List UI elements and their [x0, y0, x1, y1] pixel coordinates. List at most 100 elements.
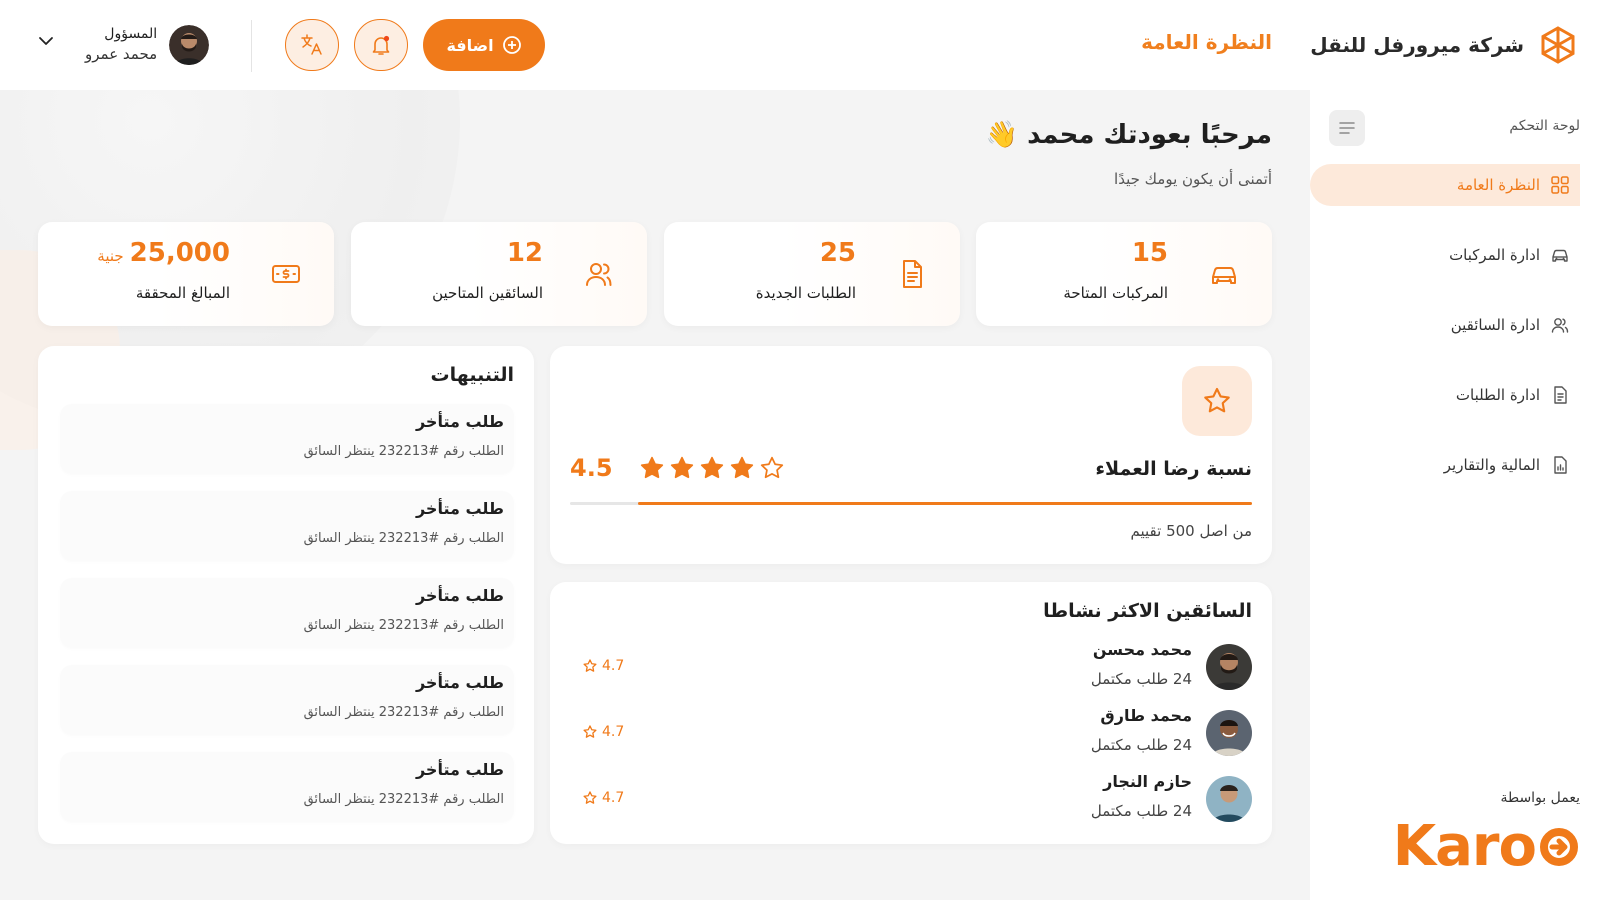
- plus-circle-icon: [502, 36, 521, 54]
- stat-value: 15: [1132, 238, 1168, 268]
- top-header: شركة ميرورفل للنقل النظرة العامة اضافة ا…: [0, 0, 1600, 90]
- driver-rating: 4.7: [582, 790, 624, 806]
- stat-card-drivers[interactable]: 12 السائقين المتاحين: [351, 222, 647, 326]
- money-icon: [272, 265, 300, 283]
- karo-logo-text: Karo: [1392, 814, 1537, 879]
- sidebar-section-label: لوحة التحكم: [1509, 118, 1580, 134]
- company-name: شركة ميرورفل للنقل: [1310, 33, 1524, 57]
- car-icon: [1550, 245, 1570, 265]
- driver-row[interactable]: محمد محسن 24 طلب مكتمل 4.7: [570, 640, 1252, 692]
- driver-name: حازم النجار: [1103, 772, 1192, 791]
- stat-value: 25,000 جنية: [97, 238, 230, 268]
- rating-stars: [639, 455, 785, 481]
- alert-text: الطلب رقم #232213 ينتظر السائق: [303, 792, 504, 807]
- driver-avatar: [1206, 776, 1252, 822]
- sidebar-item-finance[interactable]: المالية والتقارير: [1314, 444, 1580, 486]
- page-title: النظرة العامة: [1141, 30, 1272, 54]
- driver-avatar: [1206, 644, 1252, 690]
- chevron-down-icon[interactable]: [38, 36, 54, 46]
- stat-card-new-orders[interactable]: 25 الطلبات الجديدة: [664, 222, 960, 326]
- driver-name: محمد طارق: [1100, 706, 1192, 725]
- user-text: المسؤول محمد عمرو: [85, 25, 157, 64]
- alert-text: الطلب رقم #232213 ينتظر السائق: [303, 618, 504, 633]
- alerts-card: التنبيهات طلب متأخر الطلب رقم #232213 ين…: [38, 346, 534, 844]
- rating-score: 4.5: [570, 454, 785, 482]
- translate-button[interactable]: [285, 19, 339, 71]
- notifications-button[interactable]: [354, 19, 408, 71]
- user-profile[interactable]: المسؤول محمد عمرو: [85, 22, 210, 68]
- translate-icon: [301, 34, 322, 55]
- user-avatar: [169, 25, 210, 65]
- sidebar-item-label: ادارة المركبات: [1449, 246, 1540, 264]
- stat-number: 12: [506, 238, 543, 268]
- alert-item[interactable]: طلب متأخر الطلب رقم #232213 ينتظر السائق: [60, 578, 514, 648]
- alert-title: طلب متأخر: [415, 412, 504, 431]
- star-filled-icon: [730, 456, 753, 479]
- welcome-title: مرحبًا بعودتك محمد 👋: [985, 120, 1272, 150]
- alert-text: الطلب رقم #232213 ينتظر السائق: [303, 531, 504, 546]
- stat-label: الطلبات الجديدة: [755, 284, 856, 302]
- stat-label: السائقين المتاحين: [432, 284, 543, 302]
- company-logo-icon: [1541, 26, 1575, 64]
- users-icon: [586, 263, 612, 286]
- driver-rating: 4.7: [582, 658, 624, 674]
- alerts-title: التنبيهات: [430, 364, 514, 386]
- arrow-circle-icon: [1540, 827, 1578, 866]
- rating-value: 4.5: [570, 454, 613, 482]
- alert-item[interactable]: طلب متأخر الطلب رقم #232213 ينتظر السائق: [60, 491, 514, 561]
- sidebar-item-label: ادارة الطلبات: [1455, 386, 1540, 404]
- star-outline-icon: [1204, 387, 1230, 413]
- sidebar-item-label: ادارة السائقين: [1450, 316, 1540, 334]
- header-divider: [251, 20, 252, 72]
- brand[interactable]: شركة ميرورفل للنقل: [1310, 22, 1578, 68]
- alert-item[interactable]: طلب متأخر الطلب رقم #232213 ينتظر السائق: [60, 752, 514, 822]
- driver-name: محمد محسن: [1092, 640, 1192, 659]
- user-name: محمد عمرو: [85, 45, 158, 64]
- driver-row[interactable]: حازم النجار 24 طلب مكتمل 4.7: [570, 772, 1252, 824]
- driver-orders: 24 طلب مكتمل: [1090, 802, 1192, 820]
- stat-card-vehicles[interactable]: 15 المركبات المتاحة: [976, 222, 1272, 326]
- star-filled-icon: [700, 456, 723, 479]
- stat-label: المبالغ المحققة: [135, 284, 230, 302]
- driver-avatar: [1206, 710, 1252, 756]
- sidebar-item-vehicles[interactable]: ادارة المركبات: [1314, 234, 1580, 276]
- sidebar-item-orders[interactable]: ادارة الطلبات: [1314, 374, 1580, 416]
- rating-count: من اصل 500 تقييم: [1130, 522, 1252, 540]
- welcome-subtitle: أتمنى أن يكون يومك جيدًا: [1114, 170, 1272, 188]
- stat-card-revenue[interactable]: 25,000 جنية المبالغ المحققة: [38, 222, 334, 326]
- star-outline-icon: [583, 791, 597, 804]
- alert-item[interactable]: طلب متأخر الطلب رقم #232213 ينتظر السائق: [60, 404, 514, 474]
- top-drivers-card: السائقين الاكثر نشاطا محمد محسن 24 طلب م…: [550, 582, 1272, 844]
- star-filled-icon: [670, 456, 693, 479]
- alert-title: طلب متأخر: [415, 499, 504, 518]
- menu-icon: [1339, 122, 1355, 134]
- driver-rating-value: 4.7: [602, 790, 625, 806]
- alert-text: الطلب رقم #232213 ينتظر السائق: [303, 705, 504, 720]
- star-outline-icon: [760, 456, 783, 479]
- alert-title: طلب متأخر: [415, 673, 504, 692]
- stat-value: 12: [507, 238, 543, 268]
- stat-number: 25: [819, 238, 856, 268]
- star-outline-icon: [583, 659, 597, 672]
- stat-label: المركبات المتاحة: [1063, 284, 1168, 302]
- top-drivers-title: السائقين الاكثر نشاطا: [1043, 600, 1252, 622]
- alert-title: طلب متأخر: [415, 586, 504, 605]
- driver-rating: 4.7: [582, 724, 624, 740]
- bell-icon: [372, 35, 390, 55]
- sidebar-item-drivers[interactable]: ادارة السائقين: [1314, 304, 1580, 346]
- karo-logo: Karo: [1393, 814, 1580, 879]
- add-button-label: اضافة: [446, 35, 494, 55]
- driver-orders: 24 طلب مكتمل: [1090, 736, 1192, 754]
- document-icon: [1550, 385, 1570, 405]
- satisfaction-card: نسبة رضا العملاء 4.5 من اصل 500 تقييم: [550, 346, 1272, 564]
- grid-icon: [1550, 175, 1570, 195]
- sidebar-item-label: النظرة العامة: [1456, 176, 1540, 194]
- rating-badge: [1182, 366, 1252, 436]
- driver-orders: 24 طلب مكتمل: [1090, 670, 1192, 688]
- sidebar-item-overview[interactable]: النظرة العامة: [1310, 164, 1580, 206]
- alert-item[interactable]: طلب متأخر الطلب رقم #232213 ينتظر السائق: [60, 665, 514, 735]
- add-button[interactable]: اضافة: [423, 19, 545, 71]
- sidebar-toggle-button[interactable]: [1329, 110, 1365, 146]
- driver-row[interactable]: محمد طارق 24 طلب مكتمل 4.7: [570, 706, 1252, 758]
- main-content: مرحبًا بعودتك محمد 👋 أتمنى أن يكون يومك …: [0, 90, 1310, 900]
